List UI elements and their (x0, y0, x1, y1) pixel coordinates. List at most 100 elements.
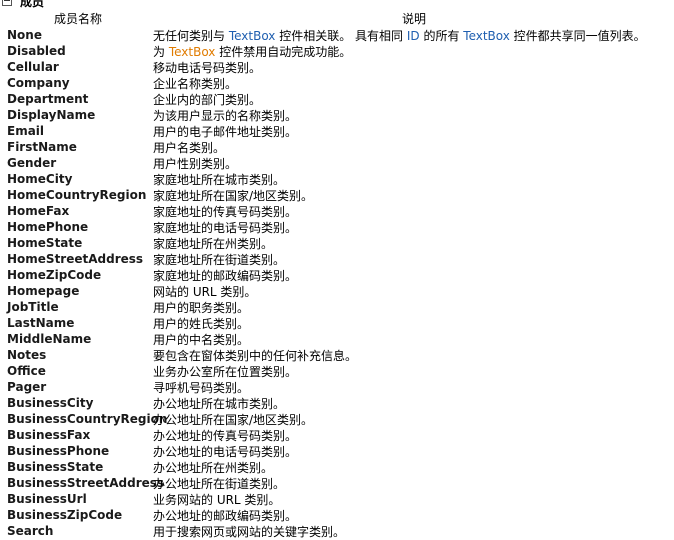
member-name: None (7, 28, 42, 42)
member-description: 无任何类别与 TextBox 控件相关联。 具有相同 ID 的所有 TextBo… (153, 27, 646, 44)
section-title: 成员 (20, 0, 45, 9)
member-name: BusinessFax (7, 428, 91, 442)
member-name: BusinessCountryRegion (7, 412, 168, 426)
member-description: 家庭地址所在州类别。 (153, 237, 274, 251)
member-description: 办公地址所在街道类别。 (153, 477, 286, 491)
member-name: Company (7, 76, 70, 90)
member-name: BusinessCity (7, 396, 94, 410)
member-description: 用户性别类别。 (153, 157, 238, 171)
member-name: BusinessState (7, 460, 104, 474)
member-name: Office (7, 364, 46, 378)
member-description: 办公地址的邮政编码类别。 (153, 509, 298, 523)
member-name: Search (7, 524, 54, 538)
table-row: FirstName 用户名类别。 (6, 140, 674, 156)
member-description: 家庭地址的传真号码类别。 (153, 205, 298, 219)
table-row: HomePhone 家庭地址的电话号码类别。 (6, 220, 674, 236)
description-text: 为 (153, 45, 169, 59)
member-description: 办公地址的传真号码类别。 (153, 429, 298, 443)
column-header-description: 说明 (402, 12, 427, 26)
table-row: Company 企业名称类别。 (6, 76, 674, 92)
member-description: 家庭地址所在城市类别。 (153, 173, 286, 187)
member-name: BusinessStreetAddress (7, 476, 165, 490)
table-row: BusinessZipCode 办公地址的邮政编码类别。 (6, 508, 674, 524)
section-header[interactable]: 成员 (0, 0, 45, 9)
table-row: HomeState 家庭地址所在州类别。 (6, 236, 674, 252)
member-name: Department (7, 92, 89, 106)
description-text: 控件都共享同一值列表。 (509, 29, 646, 43)
table-row: BusinessCountryRegion 办公地址所在国家/地区类别。 (6, 412, 674, 428)
table-row: BusinessCity 办公地址所在城市类别。 (6, 396, 674, 412)
member-name: HomePhone (7, 220, 89, 234)
member-description: 家庭地址的邮政编码类别。 (153, 269, 298, 283)
description-text: 控件相关联。 具有相同 (275, 29, 407, 43)
member-description: 为 TextBox 控件禁用自动完成功能。 (153, 43, 351, 60)
member-description: 用户的姓氏类别。 (153, 317, 250, 331)
description-text: 控件禁用自动完成功能。 (215, 45, 352, 59)
table-row: BusinessUrl 业务网站的 URL 类别。 (6, 492, 674, 508)
table-row: Pager 寻呼机号码类别。 (6, 380, 674, 396)
member-description: 办公地址的电话号码类别。 (153, 445, 298, 459)
member-name: Cellular (7, 60, 59, 74)
table-row: Disabled 为 TextBox 控件禁用自动完成功能。 (6, 44, 674, 60)
table-row: MiddleName 用户的中名类别。 (6, 332, 674, 348)
table-row: Office 业务办公室所在位置类别。 (6, 364, 674, 380)
table-row: HomeFax 家庭地址的传真号码类别。 (6, 204, 674, 220)
table-body: None 无任何类别与 TextBox 控件相关联。 具有相同 ID 的所有 Te… (6, 28, 674, 540)
member-description: 办公地址所在国家/地区类别。 (153, 413, 314, 427)
member-description: 寻呼机号码类别。 (153, 381, 250, 395)
member-description: 为该用户显示的名称类别。 (153, 109, 298, 123)
member-name: BusinessPhone (7, 444, 110, 458)
member-description: 企业内的部门类别。 (153, 93, 262, 107)
member-description: 用户名类别。 (153, 141, 226, 155)
member-name: LastName (7, 316, 75, 330)
description-link[interactable]: TextBox (229, 29, 276, 43)
member-description: 家庭地址所在街道类别。 (153, 253, 286, 267)
member-description: 家庭地址所在国家/地区类别。 (153, 189, 314, 203)
table-row: HomeStreetAddress 家庭地址所在街道类别。 (6, 252, 674, 268)
member-name: HomeZipCode (7, 268, 102, 282)
table-header: 成员名称 说明 (6, 10, 674, 28)
member-description: 网站的 URL 类别。 (153, 285, 257, 299)
member-name: Pager (7, 380, 47, 394)
table-row: Notes 要包含在窗体类别中的任何补充信息。 (6, 348, 674, 364)
description-text: 的所有 (419, 29, 464, 43)
table-row: BusinessStreetAddress 办公地址所在街道类别。 (6, 476, 674, 492)
member-description: 用户的电子邮件地址类别。 (153, 125, 298, 139)
table-row: JobTitle 用户的职务类别。 (6, 300, 674, 316)
member-description: 家庭地址的电话号码类别。 (153, 221, 298, 235)
member-name: MiddleName (7, 332, 92, 346)
column-header-name: 成员名称 (54, 12, 103, 26)
table-row: HomeCity 家庭地址所在城市类别。 (6, 172, 674, 188)
member-description: 用户的中名类别。 (153, 333, 250, 347)
table-row: BusinessFax 办公地址的传真号码类别。 (6, 428, 674, 444)
description-link[interactable]: TextBox (463, 29, 510, 43)
member-name: Email (7, 124, 45, 138)
description-text: 无任何类别与 (153, 29, 229, 43)
collapse-icon[interactable] (2, 0, 12, 6)
member-name: FirstName (7, 140, 77, 154)
table-row: Department 企业内的部门类别。 (6, 92, 674, 108)
table-row: HomeZipCode 家庭地址的邮政编码类别。 (6, 268, 674, 284)
member-name: Gender (7, 156, 57, 170)
member-name: HomeCountryRegion (7, 188, 147, 202)
member-description: 用户的职务类别。 (153, 301, 250, 315)
table-row: BusinessPhone 办公地址的电话号码类别。 (6, 444, 674, 460)
member-description: 要包含在窗体类别中的任何补充信息。 (153, 349, 358, 363)
member-description: 企业名称类别。 (153, 77, 238, 91)
member-name: BusinessUrl (7, 492, 87, 506)
table-row: Homepage 网站的 URL 类别。 (6, 284, 674, 300)
member-description: 用于搜索网页或网站的关键字类别。 (153, 525, 346, 539)
description-link[interactable]: ID (407, 29, 420, 43)
member-name: JobTitle (7, 300, 59, 314)
members-table: 成员名称 说明 None 无任何类别与 TextBox 控件相关联。 具有相同 I… (6, 10, 674, 540)
member-name: Homepage (7, 284, 80, 298)
table-row: DisplayName 为该用户显示的名称类别。 (6, 108, 674, 124)
table-row: None 无任何类别与 TextBox 控件相关联。 具有相同 ID 的所有 Te… (6, 28, 674, 44)
table-row: HomeCountryRegion 家庭地址所在国家/地区类别。 (6, 188, 674, 204)
member-name: HomeState (7, 236, 83, 250)
member-name: DisplayName (7, 108, 96, 122)
description-link[interactable]: TextBox (169, 45, 216, 59)
table-row: Cellular 移动电话号码类别。 (6, 60, 674, 76)
member-description: 移动电话号码类别。 (153, 61, 262, 75)
member-name: BusinessZipCode (7, 508, 123, 522)
